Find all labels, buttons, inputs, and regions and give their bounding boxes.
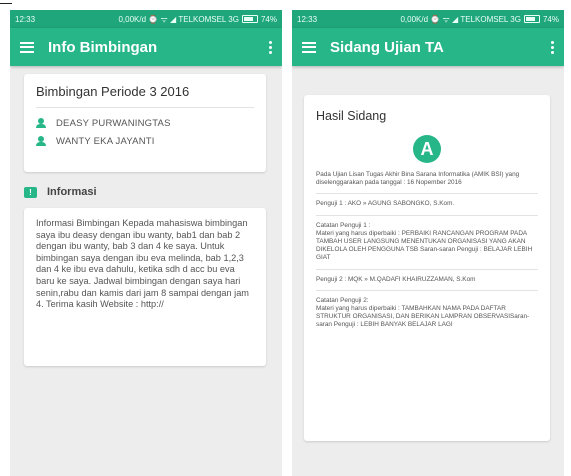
result-card: Hasil Sidang A Pada Ujian Lisan Tugas Ak…: [304, 95, 550, 441]
person-icon: [36, 135, 46, 147]
notes-2-label: Catatan Penguji 2:: [316, 296, 369, 304]
info-icon: !: [24, 186, 37, 198]
divider: [36, 107, 254, 108]
status-bar: 12:33 0,00K/d ⌚ ᯤ ◢ TELKOMSEL 3G 74%: [10, 10, 282, 28]
menu-icon[interactable]: [302, 41, 316, 53]
status-info: 0,00K/d ⌚ ᯤ ◢ TELKOMSEL 3G: [118, 14, 239, 24]
divider: [316, 193, 538, 195]
divider: [316, 268, 538, 270]
status-time: 12:33: [15, 14, 36, 24]
advisor-item: WANTY EKA JAYANTI: [36, 132, 254, 150]
notes-2: Materi yang harus diperbaiki : TAMBAHKAN…: [316, 305, 530, 329]
app-bar: Sidang Ujian TA: [292, 28, 564, 66]
grade-badge: A: [413, 135, 441, 163]
info-body: Informasi Bimbingan Kepada mahasiswa bim…: [36, 218, 249, 310]
status-info: 0,00K/d ⌚ ᯤ ◢ TELKOMSEL 3G: [400, 14, 521, 24]
result-title: Hasil Sidang: [316, 109, 387, 123]
status-time: 12:33: [297, 14, 318, 24]
status-bar: 12:33 0,00K/d ⌚ ᯤ ◢ TELKOMSEL 3G 74%: [292, 10, 564, 28]
period-card: Bimbingan Periode 3 2016 DEASY PURWANING…: [24, 74, 266, 172]
examiner-1: Penguji 1 : AKO » AGUNG SABONGKO, S.Kom.: [316, 200, 455, 208]
menu-icon[interactable]: [20, 41, 34, 53]
notes-1: Materi yang harus diperbaiki : PERBAIKI …: [316, 229, 533, 262]
notes-1-label: Catatan Penguji 1 :: [316, 221, 371, 229]
battery-level: 74%: [260, 14, 277, 24]
examiner-2: Penguji 2 : MQK » M.QADAFI KHAIRUZZAMAN,…: [316, 275, 476, 283]
battery-icon: [523, 15, 540, 23]
result-intro: Pada Ujian Lisan Tugas Akhir Bina Sarana…: [316, 171, 520, 187]
phone-screen-info-bimbingan: 12:33 0,00K/d ⌚ ᯤ ◢ TELKOMSEL 3G 74% Inf…: [10, 10, 282, 476]
period-title: Bimbingan Periode 3 2016: [36, 84, 190, 99]
advisor-item: DEASY PURWANINGTAS: [36, 114, 254, 132]
info-heading: Informasi: [47, 186, 97, 198]
info-header: ! Informasi: [24, 186, 97, 198]
more-options-icon[interactable]: [268, 40, 272, 54]
divider: [316, 289, 538, 291]
app-bar-title: Sidang Ujian TA: [330, 38, 444, 56]
person-icon: [36, 117, 46, 129]
app-bar: Info Bimbingan: [10, 28, 282, 66]
app-bar-title: Info Bimbingan: [48, 38, 158, 56]
battery-level: 74%: [542, 14, 559, 24]
info-card: Informasi Bimbingan Kepada mahasiswa bim…: [24, 208, 266, 366]
more-options-icon[interactable]: [550, 40, 554, 54]
advisor-name: WANTY EKA JAYANTI: [56, 135, 155, 147]
battery-icon: [241, 15, 258, 23]
advisor-name: DEASY PURWANINGTAS: [56, 117, 171, 129]
phone-screen-sidang-ujian: 12:33 0,00K/d ⌚ ᯤ ◢ TELKOMSEL 3G 74% Sid…: [292, 10, 564, 476]
divider: [316, 214, 538, 216]
top-edge-line: [0, 3, 12, 4]
